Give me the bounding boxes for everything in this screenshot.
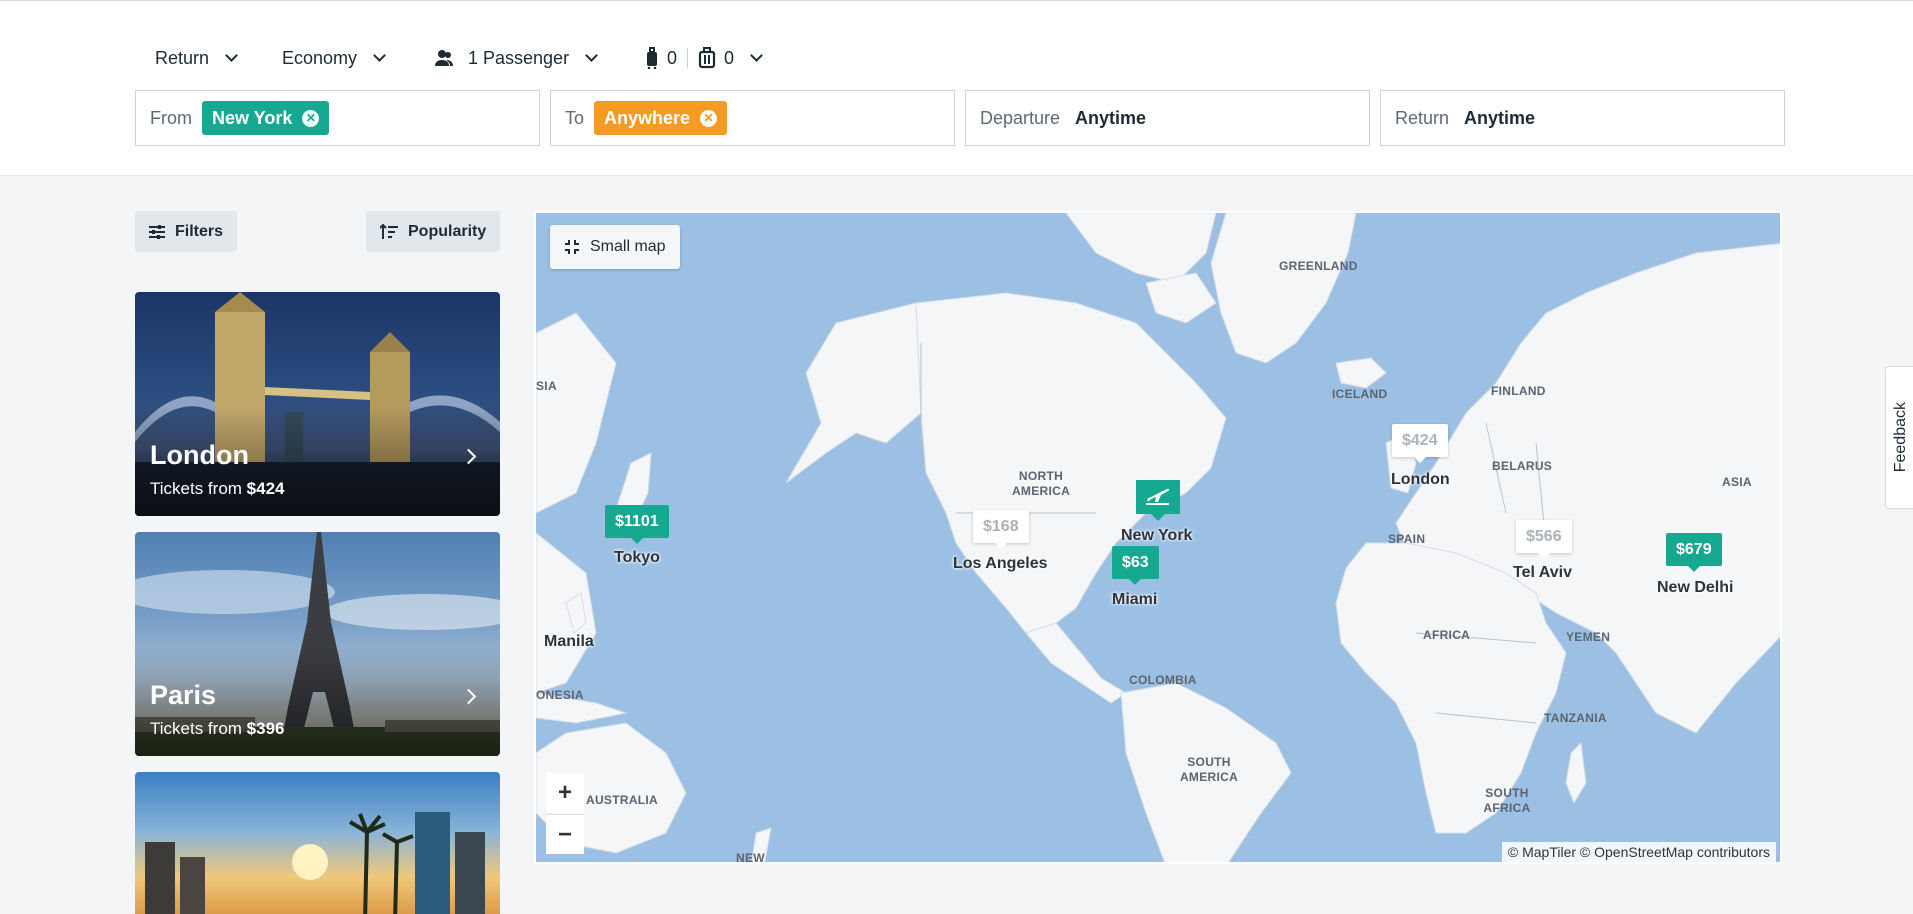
destination-city: Paris (150, 680, 217, 710)
price-marker-miami[interactable]: $63 (1112, 546, 1159, 585)
destination-card-paris[interactable]: Paris Tickets from $396 (135, 532, 500, 756)
passengers-dropdown[interactable]: 1 Passenger (434, 44, 598, 72)
sliders-icon (149, 224, 165, 239)
map-city-label: Miami (1112, 591, 1158, 608)
return-label: Return (1395, 107, 1450, 128)
chevron-down-icon (585, 49, 598, 62)
bags-divider (687, 48, 689, 68)
map-region-label: ASIA (1722, 475, 1752, 489)
feedback-tab[interactable]: Feedback (1885, 366, 1913, 509)
trip-type-dropdown[interactable]: Return (155, 44, 238, 72)
return-value: Anytime (1464, 107, 1536, 128)
chevron-down-icon (373, 49, 386, 62)
chevron-down-icon (750, 49, 763, 62)
departure-value: Anytime (1075, 107, 1147, 128)
from-chip-label: New York (212, 107, 293, 128)
checked-bags-count: 0 (724, 47, 735, 68)
sort-icon (380, 223, 398, 240)
cabin-class-label: Economy (282, 47, 358, 68)
to-chip-label: Anywhere (604, 107, 691, 128)
checked-bag-icon (698, 47, 716, 69)
map-region-label: SOUTH AFRICA (1483, 786, 1531, 815)
map-city-label: New York (1121, 527, 1193, 544)
from-chip[interactable]: New York ✕ (202, 101, 330, 135)
price-marker-london[interactable]: $424 (1392, 424, 1448, 463)
destinations-map[interactable]: GREENLAND ICELAND FINLAND BELARUS ASIA S… (534, 211, 1782, 864)
cabin-bags-count: 0 (667, 47, 678, 68)
skyline-photo (145, 812, 485, 914)
cabin-bag-icon (645, 47, 659, 69)
map-region-label: AFRICA (1423, 628, 1471, 642)
to-label: To (565, 107, 585, 128)
map-region-label: SPAIN (1388, 532, 1426, 546)
map-city-label: Manila (544, 633, 594, 650)
airplane-takeoff-icon (1145, 485, 1171, 510)
map-city-label: Tel Aviv (1513, 564, 1572, 581)
filters-label: Filters (175, 222, 224, 240)
zoom-out-button[interactable]: − (546, 814, 584, 854)
map-region-label: SOUTH AMERICA (1179, 755, 1239, 784)
destination-city: London (150, 440, 249, 470)
map-city-label: New Delhi (1657, 579, 1734, 596)
clear-from-icon[interactable]: ✕ (302, 109, 320, 127)
destination-card-london[interactable]: London Tickets from $424 (135, 292, 500, 516)
passenger-icon (434, 49, 454, 67)
return-field[interactable]: Return Anytime (1380, 90, 1785, 146)
price-marker-tel-aviv[interactable]: $566 (1516, 520, 1572, 559)
origin-marker[interactable] (1136, 480, 1180, 521)
price-marker-new-delhi[interactable]: $679 (1666, 533, 1722, 572)
map-region-label: COLOMBIA (1129, 673, 1197, 687)
map-region-label: AUSTRALIA (586, 793, 659, 807)
bags-dropdown[interactable]: 0 0 (645, 44, 763, 72)
passengers-label: 1 Passenger (468, 47, 570, 68)
to-chip[interactable]: Anywhere ✕ (594, 101, 728, 135)
map-attribution: © MapTiler © OpenStreetMap contributors (1501, 842, 1776, 862)
map-city-label: Tokyo (614, 549, 660, 566)
clear-to-icon[interactable]: ✕ (700, 109, 718, 127)
map-city-label: Los Angeles (953, 555, 1048, 572)
map-region-label: ICELAND (1332, 387, 1388, 401)
from-label: From (150, 107, 192, 128)
map-region-label: NORTH AMERICA (1011, 469, 1071, 498)
map-region-label: FINLAND (1491, 384, 1546, 398)
map-region-label: BELARUS (1492, 459, 1553, 473)
small-map-label: Small map (590, 238, 666, 255)
sort-button[interactable]: Popularity (366, 211, 501, 252)
small-map-button[interactable]: Small map (550, 225, 680, 269)
destination-price: Tickets from $396 (150, 719, 285, 738)
from-field[interactable]: From New York ✕ (135, 90, 540, 146)
cabin-class-dropdown[interactable]: Economy (282, 44, 386, 72)
destination-card-orlando[interactable] (135, 772, 500, 914)
map-region-label: ONESIA (536, 688, 584, 702)
departure-field[interactable]: Departure Anytime (965, 90, 1370, 146)
collapse-icon (564, 239, 580, 255)
map-region-label: YEMEN (1566, 630, 1611, 644)
price-marker-tokyo[interactable]: $1101 (605, 505, 669, 544)
map-region-label: NEW (736, 851, 765, 864)
zoom-in-button[interactable]: + (546, 773, 584, 813)
destination-price: Tickets from $424 (150, 479, 285, 498)
feedback-label: Feedback (1891, 402, 1909, 473)
map-region-label: GREENLAND (1279, 259, 1358, 273)
map-region-label: TANZANIA (1544, 711, 1607, 725)
trip-type-label: Return (155, 47, 210, 68)
chevron-down-icon (225, 49, 238, 62)
filters-button[interactable]: Filters (135, 211, 238, 252)
map-region-label: SIA (536, 379, 557, 393)
price-marker-los-angeles[interactable]: $168 (973, 510, 1029, 549)
search-header (0, 1, 1913, 176)
sort-label: Popularity (408, 222, 487, 240)
map-city-label: London (1391, 471, 1450, 488)
to-field[interactable]: To Anywhere ✕ (550, 90, 955, 146)
departure-label: Departure (980, 107, 1061, 128)
